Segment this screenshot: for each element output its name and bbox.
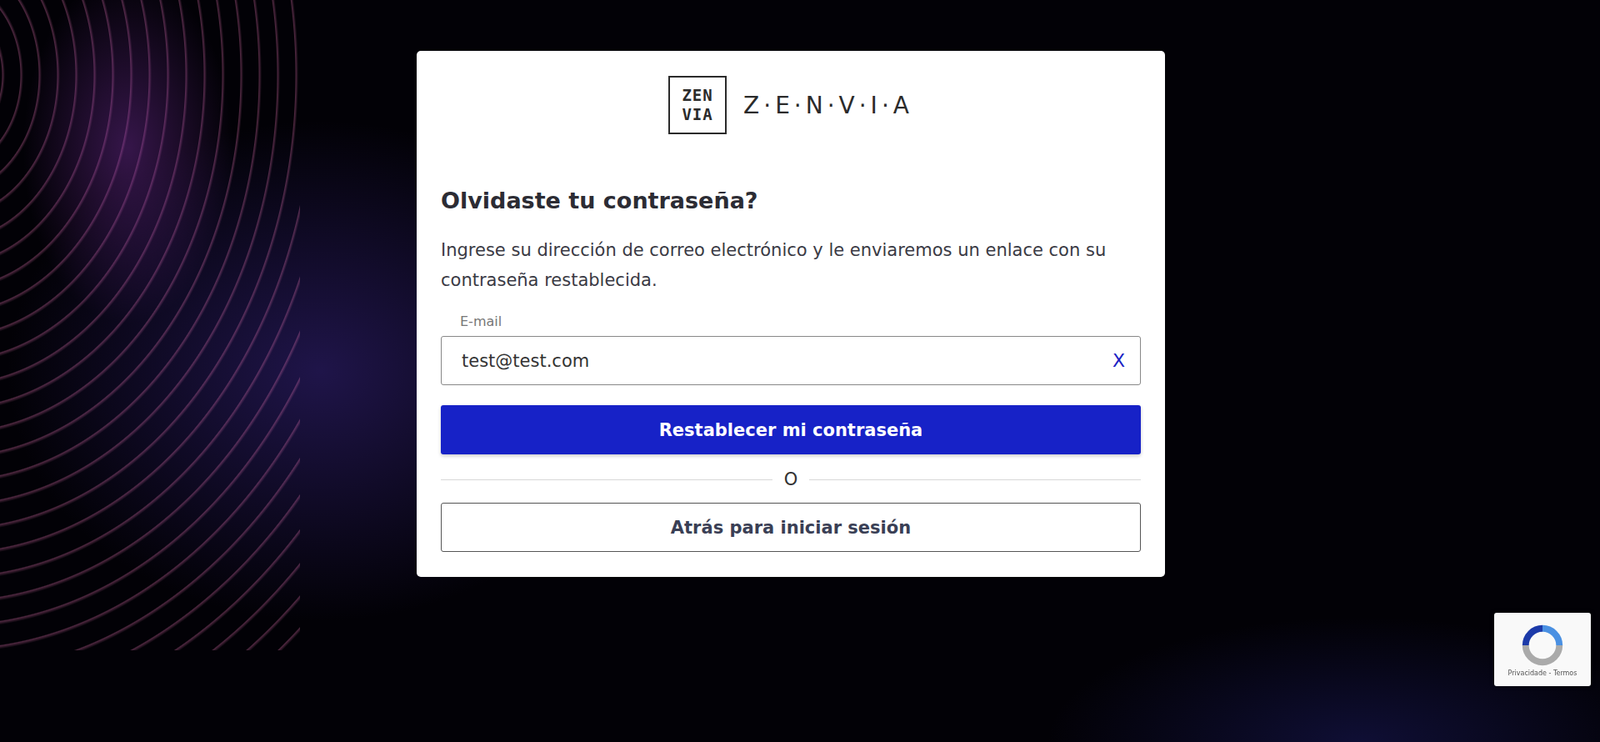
- logo-mark-text: ZEN: [681, 87, 713, 104]
- description: Ingrese su dirección de correo electróni…: [440, 235, 1141, 295]
- reset-card: ZEN VIA Z·E·N·V·I·A Olvidaste tu contrase…: [416, 50, 1165, 577]
- title: Olvidaste tu contraseña?: [440, 187, 1141, 214]
- logo-wordmark: Z·E·N·V·I·A: [743, 91, 914, 120]
- email-input[interactable]: [460, 350, 1110, 372]
- divider-line: [809, 479, 1141, 480]
- divider: O: [440, 469, 1141, 490]
- email-label: E-mail: [460, 313, 1141, 330]
- recaptcha-links[interactable]: Privacidade - Termos: [1508, 669, 1578, 677]
- email-field: X: [440, 335, 1141, 385]
- divider-text: O: [784, 469, 799, 490]
- divider-line: [440, 479, 773, 480]
- clear-button[interactable]: X: [1109, 346, 1129, 375]
- logo-mark-text: VIA: [681, 106, 713, 123]
- recaptcha-icon: [1520, 622, 1565, 668]
- reset-password-button[interactable]: Restablecer mi contraseña: [440, 405, 1141, 455]
- recaptcha-badge[interactable]: Privacidade - Termos: [1494, 612, 1591, 686]
- page-background: ZEN VIA Z·E·N·V·I·A Olvidaste tu contrase…: [0, 0, 1600, 742]
- logo-mark: ZEN VIA: [668, 75, 727, 135]
- logo: ZEN VIA Z·E·N·V·I·A: [440, 75, 1141, 135]
- back-to-login-button[interactable]: Atrás para iniciar sesión: [440, 502, 1141, 552]
